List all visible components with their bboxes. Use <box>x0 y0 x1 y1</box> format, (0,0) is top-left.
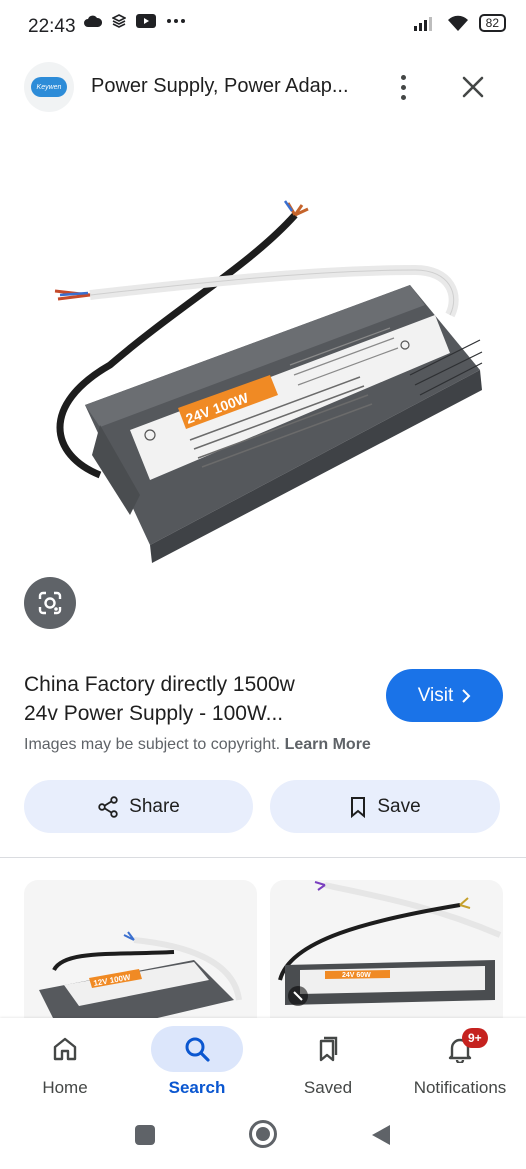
related-image-1[interactable]: 12V 100W <box>24 880 257 1040</box>
wifi-icon <box>447 15 468 31</box>
site-title[interactable]: Power Supply, Power Adap... <box>91 75 349 98</box>
nav-home-icon-wrap <box>19 1026 111 1072</box>
site-logo-badge: Keywen <box>31 77 67 97</box>
notifications-badge: 9+ <box>462 1028 488 1048</box>
back-icon[interactable] <box>370 1123 392 1147</box>
status-system-icons: 82 <box>413 14 506 32</box>
copyright-text: Images may be subject to copyright. <box>24 736 281 753</box>
nav-home-label: Home <box>42 1078 88 1097</box>
related-product-image: 12V 100W <box>39 931 242 1040</box>
related-label-2: 24V 60W <box>342 972 371 979</box>
nav-search-label: Search <box>168 1078 226 1097</box>
nav-search-icon-wrap <box>151 1026 243 1072</box>
share-label: Share <box>129 795 180 817</box>
product-image[interactable]: 24V 100W <box>30 195 500 565</box>
status-notification-icons <box>84 14 186 28</box>
result-title-line2: 24v Power Supply - 100W... <box>24 702 284 725</box>
nav-home[interactable]: Home <box>0 1026 130 1098</box>
more-options-button[interactable] <box>392 72 414 102</box>
nav-notifications[interactable]: 9+ Notifications <box>395 1026 525 1098</box>
saved-icon <box>319 1036 338 1062</box>
nav-saved-icon-wrap <box>282 1026 374 1072</box>
layers-icon <box>112 14 126 28</box>
visit-button[interactable]: Visit <box>386 669 503 722</box>
home-icon <box>53 1037 77 1061</box>
result-title[interactable]: China Factory directly 1500w 24v Power S… <box>24 670 364 728</box>
share-button[interactable]: Share <box>24 780 253 833</box>
recents-icon[interactable] <box>134 1124 156 1146</box>
more-notifications-icon <box>167 19 185 23</box>
close-icon[interactable] <box>458 72 488 102</box>
site-logo[interactable]: Keywen <box>24 62 74 112</box>
nav-saved[interactable]: Saved <box>263 1026 393 1098</box>
youtube-icon <box>136 14 156 28</box>
related-image-2[interactable]: 24V 60W <box>270 880 503 1040</box>
related-product-image: 24V 60W <box>278 881 502 1006</box>
google-lens-button[interactable] <box>24 577 76 629</box>
search-icon <box>185 1037 210 1062</box>
more-dot-icon <box>400 74 406 80</box>
section-divider <box>0 857 526 858</box>
status-time: 22:43 <box>28 16 76 37</box>
learn-more-link[interactable]: Learn More <box>285 736 371 753</box>
bottom-navigation: Home Search Saved 9+ Notifications <box>0 1018 526 1113</box>
nav-notifications-icon-wrap: 9+ <box>414 1026 506 1072</box>
home-circle-icon[interactable] <box>248 1119 278 1149</box>
nav-notifications-label: Notifications <box>413 1078 507 1097</box>
save-button[interactable]: Save <box>270 780 500 833</box>
more-dot-icon <box>400 84 406 90</box>
share-icon <box>98 795 118 818</box>
nav-search[interactable]: Search <box>132 1026 262 1098</box>
nav-saved-label: Saved <box>303 1078 353 1097</box>
more-dot-icon <box>400 94 406 100</box>
result-title-line1: China Factory directly 1500w <box>24 673 295 696</box>
signal-icon <box>413 17 432 31</box>
copyright-notice: Images may be subject to copyright. Lear… <box>24 736 371 754</box>
cloud-icon <box>84 15 102 27</box>
save-label: Save <box>377 795 421 817</box>
lens-icon <box>38 591 62 615</box>
chevron-right-icon <box>462 688 471 703</box>
visit-label: Visit <box>417 684 454 706</box>
bookmark-icon <box>351 796 366 818</box>
system-navigation-bar <box>0 1113 526 1169</box>
battery-indicator: 82 <box>478 14 506 32</box>
